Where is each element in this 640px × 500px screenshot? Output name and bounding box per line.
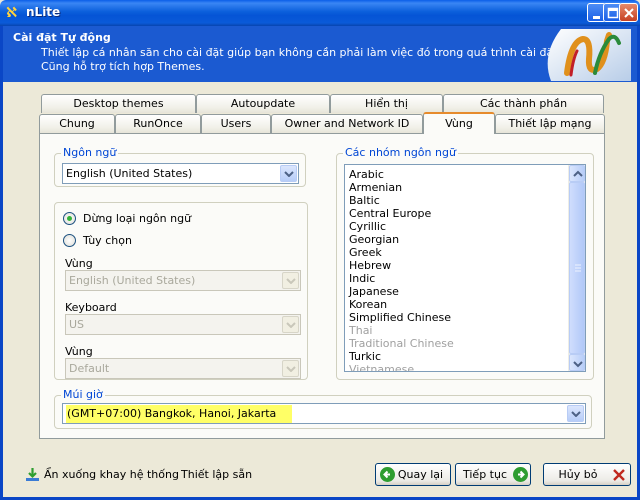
scroll-up-button[interactable]	[569, 165, 585, 182]
region-2-label: Vùng	[65, 345, 93, 358]
chevron-down-icon[interactable]	[280, 165, 297, 182]
title-bar[interactable]: ℵ nLite	[0, 0, 640, 26]
scroll-down-button[interactable]	[569, 354, 585, 371]
same-as-language-label[interactable]: Dừng loại ngôn ngữ	[83, 212, 191, 225]
back-button[interactable]: Quay lại	[375, 463, 451, 486]
language-group-label: Ngôn ngữ	[61, 146, 119, 160]
tab-display[interactable]: Hiển thị	[330, 94, 443, 113]
chevron-down-icon[interactable]	[282, 272, 299, 289]
preset-link[interactable]: Thiết lập sẵn	[181, 468, 252, 481]
chevron-down-icon[interactable]	[567, 405, 584, 422]
list-item[interactable]: Hebrew	[349, 259, 391, 272]
close-button[interactable]	[619, 3, 638, 22]
region-select-value: English (United States)	[69, 274, 196, 287]
chevron-down-icon[interactable]	[282, 360, 299, 377]
timezone-group: Múi giờ (GMT+07:00) Bangkok, Hanoi, Jaka…	[54, 388, 592, 429]
keyboard-label: Keyboard	[65, 301, 117, 314]
list-item[interactable]: Armenian	[349, 181, 402, 194]
next-button[interactable]: Tiếp tục	[455, 463, 531, 486]
region-2-select[interactable]: Default	[65, 358, 301, 379]
region-select[interactable]: English (United States)	[65, 270, 301, 291]
tab-owner-network-id[interactable]: Owner and Network ID	[271, 114, 423, 133]
scroll-thumb[interactable]	[569, 182, 585, 354]
keyboard-select[interactable]: US	[65, 314, 301, 335]
list-item[interactable]: Arabic	[349, 168, 384, 181]
cancel-button-label: Hủy bỏ	[558, 468, 598, 481]
tab-runonce[interactable]: RunOnce	[115, 114, 201, 133]
main-frame: Desktop themes Autoupdate Hiển thị Các …	[0, 82, 640, 500]
close-icon	[613, 469, 625, 481]
grip-icon	[575, 264, 581, 272]
page-description-2: Cũng hỗ trợ tích hợp Themes.	[41, 60, 205, 73]
tab-users[interactable]: Users	[201, 114, 271, 133]
timezone-label: Múi giờ	[61, 388, 105, 402]
nlite-app-icon: ℵ	[6, 5, 18, 21]
language-groups-label: Các nhóm ngôn ngữ	[343, 146, 458, 160]
chevron-up-icon	[573, 170, 583, 177]
tab-autoupdate[interactable]: Autoupdate	[196, 94, 330, 113]
tab-general[interactable]: Chung	[39, 114, 115, 133]
list-item[interactable]: Central Europe	[349, 207, 431, 220]
regional-options-group: Dừng loại ngôn ngữ Tùy chọn Vùng Engl…	[54, 202, 308, 380]
list-item[interactable]: Baltic	[349, 194, 380, 207]
page-description: Thiết lập cá nhân săn cho cài đặt giúp b…	[41, 46, 562, 59]
list-scrollbar[interactable]	[568, 165, 585, 371]
list-item[interactable]: Turkic	[349, 350, 381, 363]
download-tray-icon	[26, 468, 39, 481]
regional-tab-panel: Ngôn ngữ English (United States) Dừng l…	[39, 133, 605, 439]
window-title: nLite	[26, 5, 61, 19]
timezone-select-value: (GMT+07:00) Bangkok, Hanoi, Jakarta	[66, 405, 293, 423]
back-button-label: Quay lại	[397, 468, 444, 481]
region-label: Vùng	[65, 257, 93, 270]
list-item[interactable]: Thai	[349, 324, 373, 337]
close-icon	[624, 8, 634, 18]
tray-label[interactable]: Ẩn xuống khay hệ thống	[44, 468, 179, 481]
same-as-language-radio[interactable]	[63, 212, 76, 225]
nlite-logo-icon	[547, 29, 631, 81]
arrow-right-icon	[513, 467, 528, 482]
cancel-button[interactable]: Hủy bỏ	[543, 463, 631, 486]
tab-regional[interactable]: Vùng	[423, 112, 495, 134]
language-group: Ngôn ngữ English (United States)	[54, 146, 306, 187]
page-header: Cài đặt Tự động Thiết lập cá nhân săn ch…	[0, 26, 640, 82]
chevron-down-icon	[573, 361, 583, 368]
language-groups-group: Các nhóm ngôn ngữ Arabic Armenian Baltic…	[336, 146, 594, 380]
list-item[interactable]: Simplified Chinese	[349, 311, 451, 324]
language-groups-list[interactable]: Arabic Armenian Baltic Central Europe Cy…	[344, 164, 586, 372]
list-item[interactable]: Korean	[349, 298, 387, 311]
list-item[interactable]: Greek	[349, 246, 382, 259]
region-2-select-value: Default	[69, 362, 110, 375]
list-item[interactable]: Traditional Chinese	[349, 337, 454, 350]
timezone-select[interactable]: (GMT+07:00) Bangkok, Hanoi, Jakarta	[62, 403, 586, 424]
list-item[interactable]: Cyrillic	[349, 220, 386, 233]
chevron-down-icon[interactable]	[282, 316, 299, 333]
tab-components[interactable]: Các thành phần	[443, 94, 604, 113]
custom-label[interactable]: Tùy chọn	[83, 234, 132, 247]
list-item[interactable]: Georgian	[349, 233, 399, 246]
custom-radio[interactable]	[63, 234, 76, 247]
list-item[interactable]: Japanese	[349, 285, 399, 298]
list-item[interactable]: Vietnamese	[349, 363, 414, 371]
arrow-left-icon	[380, 467, 395, 482]
tab-network-settings[interactable]: Thiết lập mạng	[495, 114, 605, 133]
tab-desktop-themes[interactable]: Desktop themes	[41, 94, 196, 113]
page-title: Cài đặt Tự động	[13, 31, 111, 44]
language-select-value: English (United States)	[66, 167, 193, 180]
language-select[interactable]: English (United States)	[62, 163, 299, 184]
keyboard-select-value: US	[69, 318, 85, 331]
list-item[interactable]: Indic	[349, 272, 375, 285]
next-button-label: Tiếp tục	[462, 468, 508, 481]
